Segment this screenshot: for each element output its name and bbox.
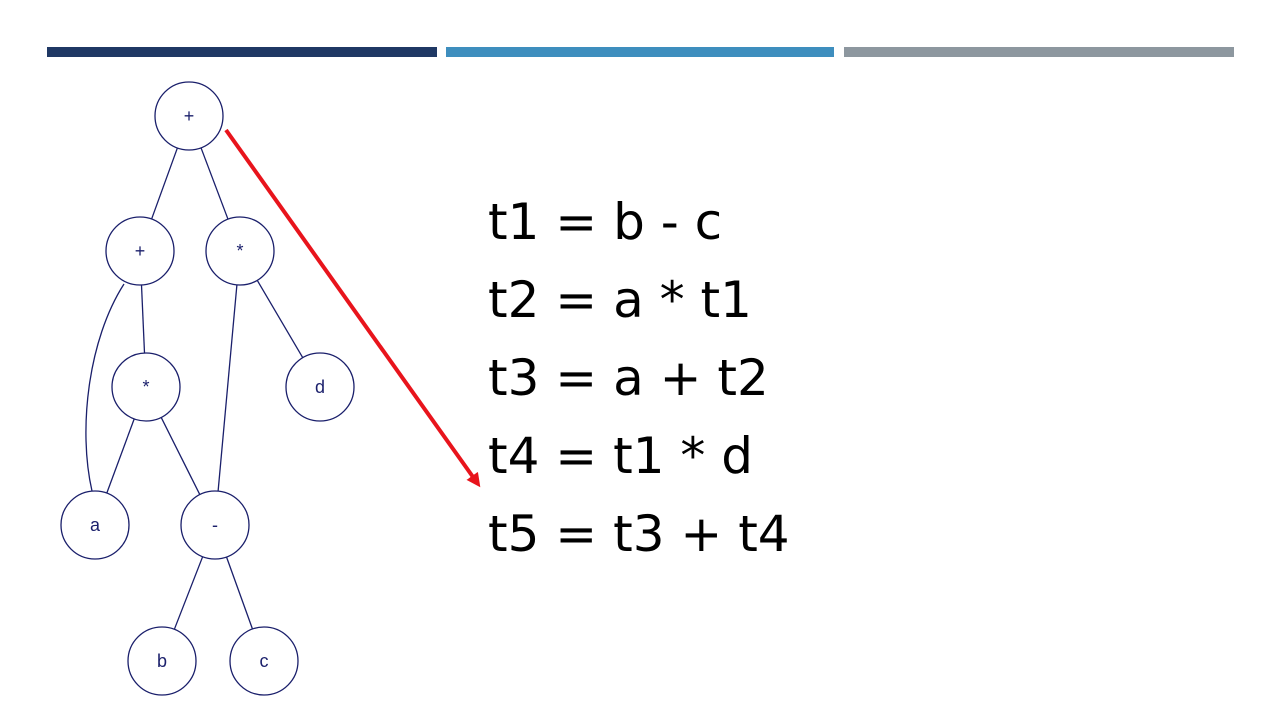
tree-node-a: a (60, 490, 130, 560)
red-arrow (224, 128, 481, 488)
tree-node-label-b: b (157, 651, 167, 671)
tree-edge-times-left-minus (160, 417, 201, 495)
tree-node-label-a: a (90, 515, 101, 535)
code-line-3: t3 = a + t2 (488, 349, 769, 407)
tree-node-b: b (127, 626, 197, 696)
tree-node-label-d: d (315, 377, 325, 397)
tree-edge-minus-b (173, 556, 204, 630)
tree-node-c: c (229, 626, 299, 696)
code-line-2: t2 = a * t1 (488, 271, 752, 329)
code-line-4: t4 = t1 * d (488, 427, 754, 485)
tree-node-minus: - (180, 490, 250, 560)
tree-node-label-root: + (184, 106, 195, 126)
tree-node-root: + (154, 81, 224, 151)
tree-node-plus: + (105, 216, 175, 286)
tree-edge-times-right-d (256, 279, 304, 359)
tree-edge-root-times-right (200, 147, 229, 220)
tree-nodes: + + * * d a - b c (60, 81, 355, 696)
code-line-5: t5 = t3 + t4 (488, 505, 790, 563)
tree-node-label-c: c (260, 651, 269, 671)
tree-edge-minus-c (225, 556, 254, 630)
tree-node-times-left: * (111, 352, 181, 422)
tree-node-label-times-right: * (236, 241, 243, 261)
tree-node-label-times-left: * (142, 377, 149, 397)
code-line-1: t1 = b - c (488, 193, 723, 251)
tree-node-times-right: * (205, 216, 275, 286)
tree-node-label-plus: + (135, 241, 146, 261)
tree-node-d: d (285, 352, 355, 422)
tree-edge-plus-times-left (140, 284, 146, 354)
slide: + + * * d a - b c t1 = b - c t2 = a * t1 t3 = a … (0, 0, 1280, 720)
tree-edge-times-right-minus (217, 284, 238, 492)
three-address-code: t1 = b - c t2 = a * t1 t3 = a + t2 t4 = … (488, 183, 790, 573)
tree-node-label-minus: - (212, 515, 218, 535)
tree-edge-root-plus (150, 147, 179, 220)
tree-edge-times-left-a (106, 418, 135, 494)
